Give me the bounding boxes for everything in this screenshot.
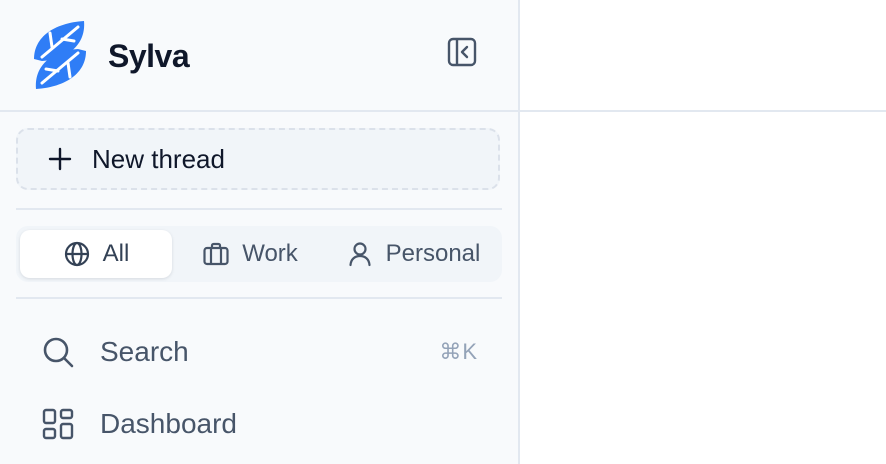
app-name: Sylva (108, 38, 190, 74)
filter-tab-personal[interactable]: Personal (328, 230, 498, 278)
keyboard-shortcut: ⌘K (439, 339, 478, 364)
main-content (520, 0, 886, 464)
divider (16, 297, 502, 299)
sidebar-item-label: Search (100, 336, 189, 367)
sidebar: Sylva New thread All Work Personal Searc… (0, 0, 520, 464)
new-thread-label: New thread (92, 143, 225, 174)
divider (16, 208, 502, 210)
filter-tab-label: All (102, 240, 130, 267)
user-icon (346, 240, 374, 268)
sidebar-item-search[interactable]: Search ⌘K (16, 322, 502, 382)
thread-filter-tabs: All Work Personal (16, 226, 502, 282)
new-thread-button[interactable]: New thread (16, 128, 500, 190)
sidebar-header: Sylva (0, 0, 518, 112)
filter-tab-label: Personal (385, 240, 481, 267)
filter-tab-all[interactable]: All (20, 230, 172, 278)
plus-icon (46, 145, 74, 173)
sidebar-collapse-icon (447, 37, 477, 72)
globe-icon (63, 240, 91, 268)
search-icon (40, 334, 76, 370)
sylva-logo-icon (30, 19, 90, 91)
collapse-sidebar-button[interactable] (444, 36, 480, 72)
sidebar-item-label: Dashboard (100, 408, 237, 439)
briefcase-icon (202, 240, 230, 268)
filter-tab-work[interactable]: Work (180, 230, 320, 278)
main-header (520, 0, 886, 112)
app-window: Sylva New thread All Work Personal Searc… (0, 0, 886, 464)
dashboard-grid-icon (40, 406, 76, 442)
sidebar-item-dashboard[interactable]: Dashboard (16, 394, 502, 454)
filter-tab-label: Work (242, 240, 298, 267)
